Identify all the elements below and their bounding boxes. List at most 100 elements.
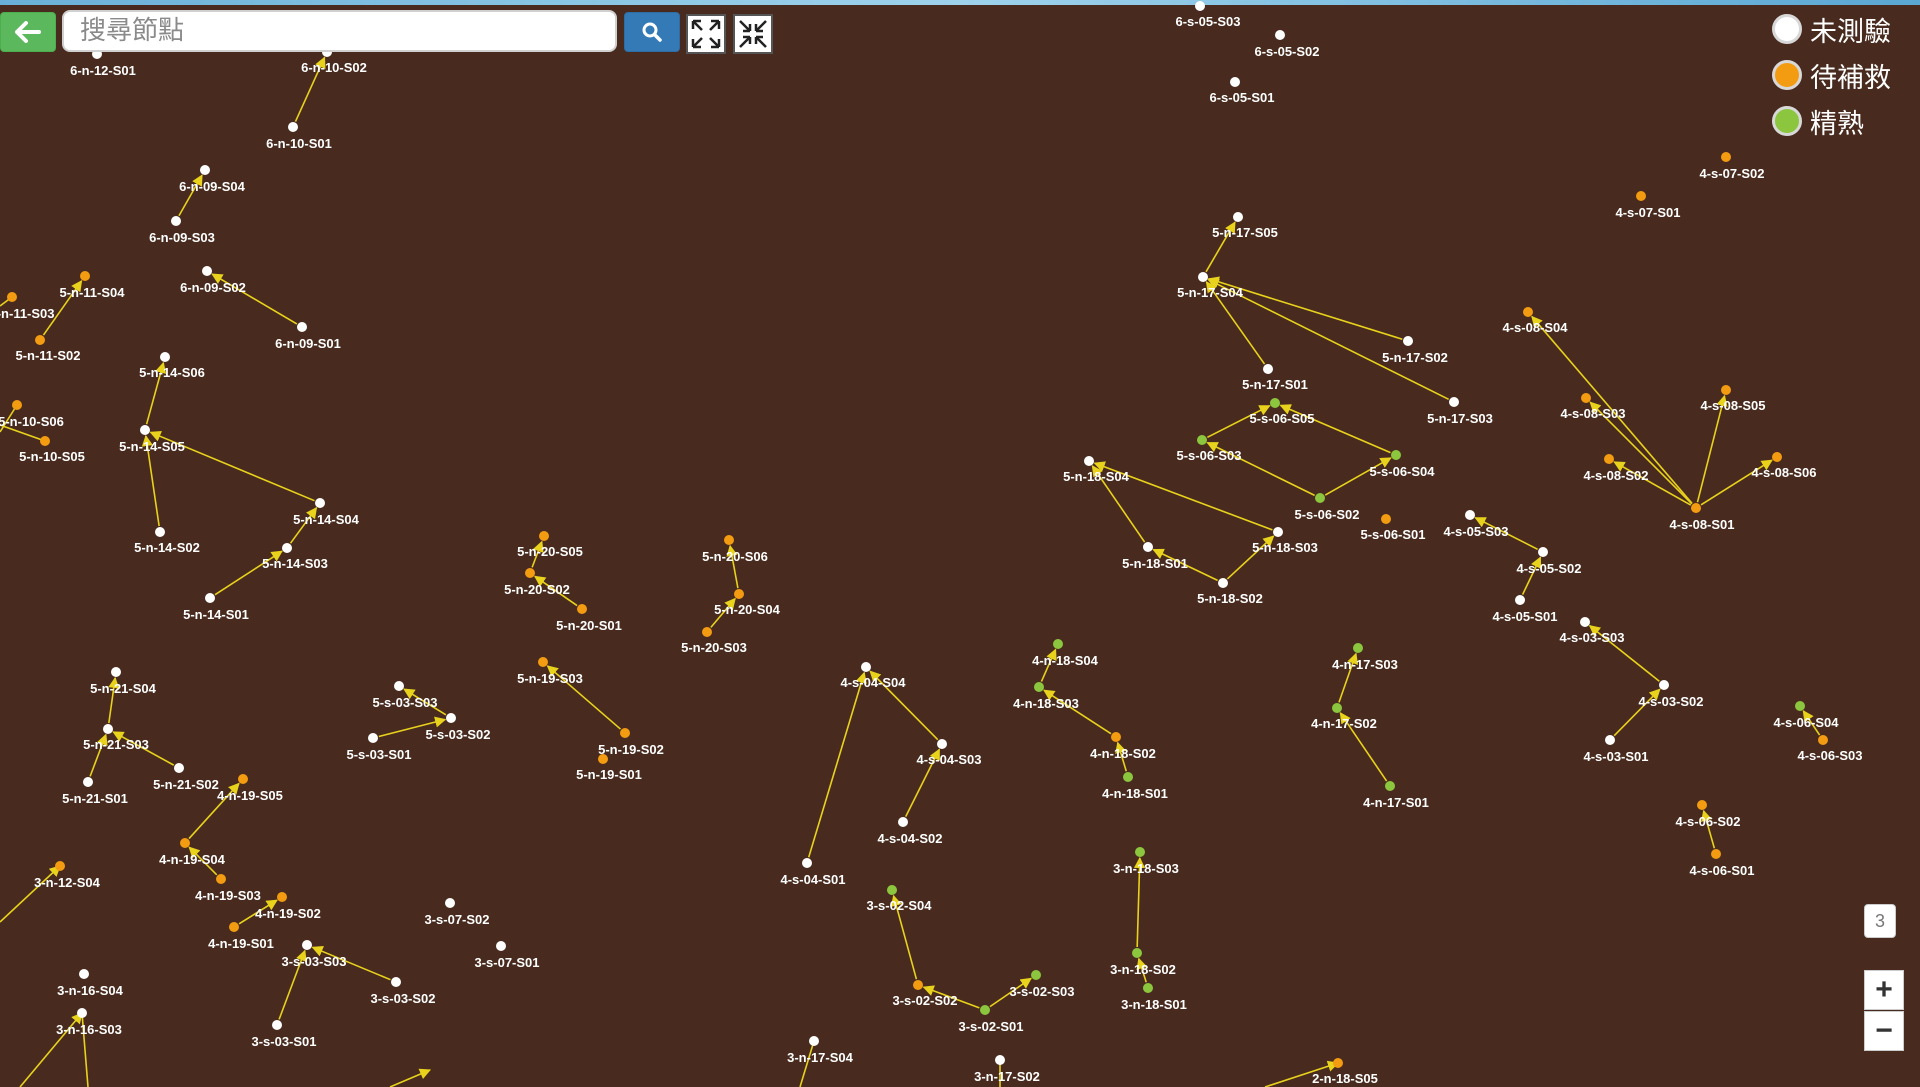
graph-node[interactable]: 5-n-10-S06 [0, 400, 64, 429]
node-dot[interactable] [1581, 393, 1591, 403]
node-dot[interactable] [1332, 703, 1342, 713]
graph-node[interactable]: 4-s-08-S03 [1560, 393, 1626, 421]
graph-node[interactable]: 4-s-06-S01 [1689, 849, 1755, 878]
graph-node[interactable]: 5-s-03-S03 [372, 681, 438, 710]
node-dot[interactable] [1353, 643, 1363, 653]
graph-node[interactable]: 4-s-03-S01 [1583, 735, 1649, 764]
graph-node[interactable]: 5-s-06-S04 [1369, 450, 1435, 479]
node-dot[interactable] [898, 817, 908, 827]
graph-node[interactable]: 4-s-05-S02 [1516, 547, 1582, 576]
graph-node[interactable]: 2-n-18-S05 [1312, 1058, 1378, 1086]
node-dot[interactable] [1084, 456, 1094, 466]
graph-node[interactable]: 4-s-03-S02 [1638, 680, 1704, 709]
graph-node[interactable]: 6-n-12-S01 [70, 49, 136, 78]
node-dot[interactable] [1270, 398, 1280, 408]
node-dot[interactable] [1818, 735, 1828, 745]
node-dot[interactable] [1135, 847, 1145, 857]
node-dot[interactable] [302, 940, 312, 950]
node-dot[interactable] [77, 1008, 87, 1018]
graph-node[interactable]: 5-n-20-S02 [504, 568, 570, 597]
node-dot[interactable] [202, 266, 212, 276]
graph-node[interactable]: 5-n-14-S02 [134, 527, 200, 555]
node-dot[interactable] [391, 977, 401, 987]
graph-node[interactable]: 5-n-20-S04 [714, 589, 781, 617]
graph-node[interactable]: 5-n-18-S04 [1063, 456, 1130, 484]
graph-node[interactable]: 4-s-05-S03 [1443, 510, 1509, 539]
node-dot[interactable] [1538, 547, 1548, 557]
node-dot[interactable] [1197, 435, 1207, 445]
graph-node[interactable]: 4-n-19-S04 [159, 838, 226, 867]
graph-node[interactable]: 5-n-20-S06 [702, 535, 768, 564]
node-dot[interactable] [525, 568, 535, 578]
graph-node[interactable]: 5-s-06-S01 [1360, 514, 1426, 542]
node-dot[interactable] [40, 436, 50, 446]
node-dot[interactable] [103, 724, 113, 734]
node-dot[interactable] [1111, 732, 1121, 742]
graph-node[interactable]: 4-n-18-S01 [1102, 772, 1168, 801]
search-input[interactable] [64, 12, 600, 50]
graph-node[interactable]: 5-s-03-S01 [346, 733, 412, 762]
node-dot[interactable] [297, 322, 307, 332]
node-dot[interactable] [802, 858, 812, 868]
graph-node[interactable]: 3-s-03-S03 [281, 940, 347, 969]
node-dot[interactable] [1218, 578, 1228, 588]
graph-node[interactable]: 5-n-17-S02 [1382, 336, 1448, 365]
node-dot[interactable] [216, 874, 226, 884]
node-dot[interactable] [174, 763, 184, 773]
graph-node[interactable]: 5-s-06-S03 [1176, 435, 1242, 463]
node-dot[interactable] [80, 271, 90, 281]
node-dot[interactable] [171, 216, 181, 226]
node-dot[interactable] [140, 425, 150, 435]
node-dot[interactable] [1273, 527, 1283, 537]
graph-node[interactable]: 6-n-09-S03 [149, 216, 215, 245]
node-dot[interactable] [1465, 510, 1475, 520]
node-dot[interactable] [913, 980, 923, 990]
node-dot[interactable] [980, 1005, 990, 1015]
graph-node[interactable]: 5-n-19-S01 [576, 754, 642, 782]
graph-node[interactable]: 4-s-04-S03 [916, 739, 982, 767]
graph-nodes[interactable]: 6-s-05-S03 6-s-05-S02 6-s-05-S01 6-n-12-S01… [0, 1, 1863, 1086]
knowledge-graph-canvas[interactable]: 6-s-05-S03 6-s-05-S02 6-s-05-S01 6-n-12-S01… [0, 0, 1920, 1087]
node-dot[interactable] [79, 969, 89, 979]
graph-node[interactable]: 5-n-10-S05 [19, 436, 85, 464]
node-dot[interactable] [1605, 735, 1615, 745]
node-dot[interactable] [200, 165, 210, 175]
graph-node[interactable]: 5-n-21-S01 [62, 777, 128, 806]
exit-fullscreen-button[interactable] [733, 14, 773, 54]
node-dot[interactable] [1711, 849, 1721, 859]
graph-node[interactable]: 4-n-17-S03 [1332, 643, 1398, 672]
node-dot[interactable] [861, 662, 871, 672]
graph-node[interactable]: 4-n-17-S01 [1363, 781, 1429, 810]
node-dot[interactable] [1697, 800, 1707, 810]
node-dot[interactable] [229, 922, 239, 932]
graph-node[interactable]: 3-s-03-S02 [370, 977, 436, 1006]
graph-node[interactable]: 4-n-19-S01 [208, 922, 274, 951]
graph-node[interactable]: 3-n-18-S03 [1113, 847, 1179, 876]
graph-node[interactable]: 5-n-18-S03 [1252, 527, 1318, 555]
node-dot[interactable] [160, 352, 170, 362]
graph-node[interactable]: 4-s-07-S02 [1699, 152, 1765, 181]
graph-node[interactable]: 6-n-09-S04 [179, 165, 246, 194]
graph-node[interactable]: 4-n-18-S04 [1032, 639, 1099, 668]
graph-node[interactable]: 5-n-14-S05 [119, 425, 185, 454]
graph-node[interactable]: 5-n-20-S01 [556, 604, 622, 633]
graph-node[interactable]: 4-n-19-S03 [195, 874, 261, 903]
graph-node[interactable]: 5-n-11-S04 [59, 271, 125, 300]
graph-node[interactable]: 4-s-08-S05 [1700, 385, 1766, 413]
node-dot[interactable] [7, 292, 17, 302]
node-dot[interactable] [1195, 1, 1205, 11]
graph-node[interactable]: 3-s-07-S01 [474, 941, 540, 970]
node-dot[interactable] [1580, 617, 1590, 627]
graph-node[interactable]: 5-n-17-S05 [1212, 212, 1278, 240]
node-dot[interactable] [1659, 680, 1669, 690]
graph-node[interactable]: 6-n-09-S01 [275, 322, 341, 351]
graph-node[interactable]: 4-s-07-S01 [1615, 191, 1681, 220]
node-dot[interactable] [1391, 450, 1401, 460]
graph-node[interactable]: 5-n-21-S04 [90, 667, 157, 696]
graph-node[interactable]: 5-n-14-S04 [293, 498, 360, 527]
graph-node[interactable]: 6-s-05-S03 [1175, 1, 1241, 29]
graph-node[interactable]: 6-s-05-S01 [1209, 77, 1275, 105]
graph-node[interactable]: 4-s-08-S04 [1502, 307, 1568, 335]
node-dot[interactable] [1772, 452, 1782, 462]
graph-node[interactable]: 5-n-21-S02 [153, 763, 219, 792]
